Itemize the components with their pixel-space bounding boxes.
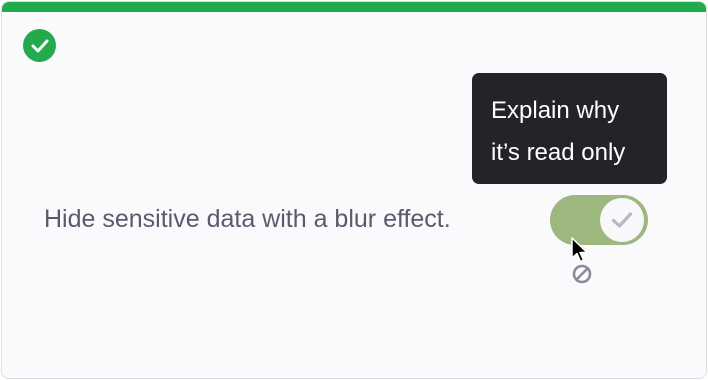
check-icon <box>611 212 633 228</box>
tooltip-line-1: Explain why <box>491 97 620 124</box>
not-allowed-icon <box>572 264 592 284</box>
read-only-tooltip: Explain why it’s read only <box>472 73 667 184</box>
arrow-cursor-icon <box>571 237 588 263</box>
setting-label: Hide sensitive data with a blur effect. <box>44 205 451 233</box>
toggle-knob[interactable] <box>600 198 644 242</box>
tooltip-line-2: it’s read only <box>491 139 626 166</box>
check-mark <box>31 39 48 52</box>
settings-card: Explain why it’s read only Hide sensitiv… <box>1 1 707 379</box>
status-accent-bar <box>2 2 706 12</box>
check-circle-icon <box>23 29 56 62</box>
blur-toggle[interactable] <box>550 195 648 245</box>
